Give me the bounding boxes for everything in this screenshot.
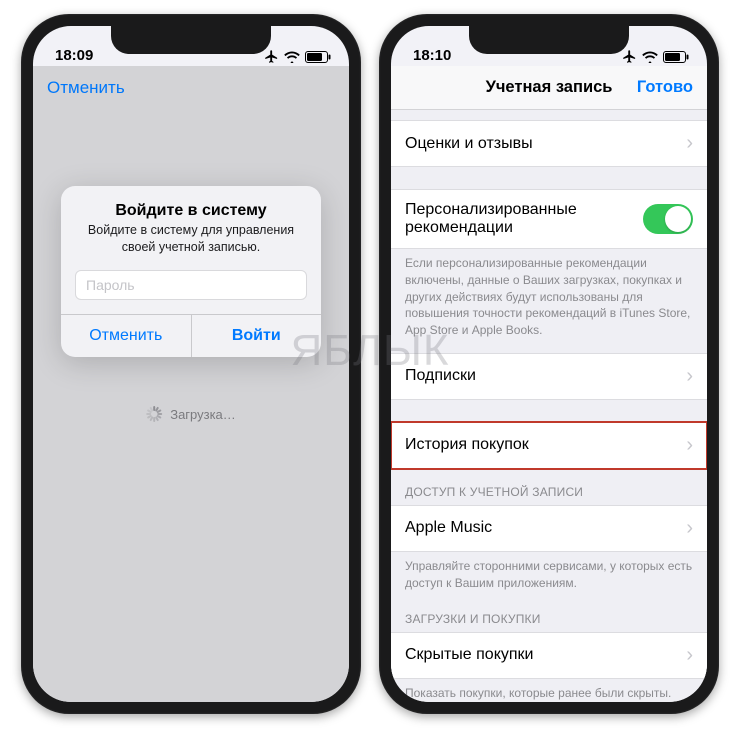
apple-music-desc: Управляйте сторонними сервисами, у котор… bbox=[391, 552, 707, 596]
hidden-desc: Показать покупки, которые ранее были скр… bbox=[391, 679, 707, 702]
status-time: 18:09 bbox=[55, 47, 93, 64]
chevron-right-icon: › bbox=[686, 517, 693, 540]
phone-right: 18:10 Учетная запись Готово bbox=[379, 14, 719, 714]
loading-indicator: Загрузка… bbox=[146, 406, 236, 422]
notch bbox=[469, 26, 629, 54]
cell-label: Персонализированные рекомендации bbox=[405, 201, 643, 237]
done-button[interactable]: Готово bbox=[623, 78, 693, 97]
purchase-history-cell[interactable]: История покупок › bbox=[391, 422, 707, 469]
apple-music-cell[interactable]: Apple Music › bbox=[391, 505, 707, 552]
dialog-message: Войдите в систему для управления своей у… bbox=[61, 222, 321, 270]
dialog-submit-button[interactable]: Войти bbox=[191, 315, 322, 357]
status-icons bbox=[622, 49, 689, 64]
page-title: Учетная запись bbox=[475, 78, 623, 97]
loading-label: Загрузка… bbox=[170, 407, 236, 422]
phone-left: 18:09 Отменить Войдите в систему Войдите… bbox=[21, 14, 361, 714]
password-field[interactable] bbox=[75, 270, 307, 300]
airplane-icon bbox=[622, 49, 637, 64]
dialog-title: Войдите в систему bbox=[61, 186, 321, 222]
chevron-right-icon: › bbox=[686, 434, 693, 457]
subscriptions-cell[interactable]: Подписки › bbox=[391, 353, 707, 400]
personalized-desc: Если персонализированные рекомендации вк… bbox=[391, 249, 707, 343]
section-header-downloads: ЗАГРУЗКИ И ПОКУПКИ bbox=[391, 596, 707, 632]
airplane-icon bbox=[264, 49, 279, 64]
modal-backdrop bbox=[33, 66, 349, 702]
cell-label: Подписки bbox=[405, 367, 680, 385]
status-icons bbox=[264, 49, 331, 64]
chevron-right-icon: › bbox=[686, 644, 693, 667]
cell-label: Скрытые покупки bbox=[405, 646, 680, 664]
account-screen-body: Учетная запись Готово Оценки и отзывы › … bbox=[391, 66, 707, 702]
cell-label: Apple Music bbox=[405, 519, 680, 537]
cell-label: История покупок bbox=[405, 436, 680, 454]
toggle-on-icon[interactable] bbox=[643, 204, 693, 234]
hidden-purchases-cell[interactable]: Скрытые покупки › bbox=[391, 632, 707, 679]
ratings-cell[interactable]: Оценки и отзывы › bbox=[391, 120, 707, 167]
chevron-right-icon: › bbox=[686, 132, 693, 155]
screen-left: 18:09 Отменить Войдите в систему Войдите… bbox=[33, 26, 349, 702]
battery-icon bbox=[663, 51, 689, 63]
login-dialog: Войдите в систему Войдите в систему для … bbox=[61, 186, 321, 357]
spinner-icon bbox=[146, 406, 162, 422]
screen-right: 18:10 Учетная запись Готово bbox=[391, 26, 707, 702]
dialog-cancel-button[interactable]: Отменить bbox=[61, 315, 191, 357]
wifi-icon bbox=[642, 51, 658, 63]
nav-bar: Учетная запись Готово bbox=[391, 66, 707, 110]
notch bbox=[111, 26, 271, 54]
status-time: 18:10 bbox=[413, 47, 451, 64]
chevron-right-icon: › bbox=[686, 365, 693, 388]
personalized-cell[interactable]: Персонализированные рекомендации bbox=[391, 189, 707, 249]
login-screen-body: Отменить Войдите в систему Войдите в сис… bbox=[33, 66, 349, 702]
wifi-icon bbox=[284, 51, 300, 63]
cell-label: Оценки и отзывы bbox=[405, 135, 680, 153]
battery-icon bbox=[305, 51, 331, 63]
section-header-access: ДОСТУП К УЧЕТНОЙ ЗАПИСИ bbox=[391, 469, 707, 505]
